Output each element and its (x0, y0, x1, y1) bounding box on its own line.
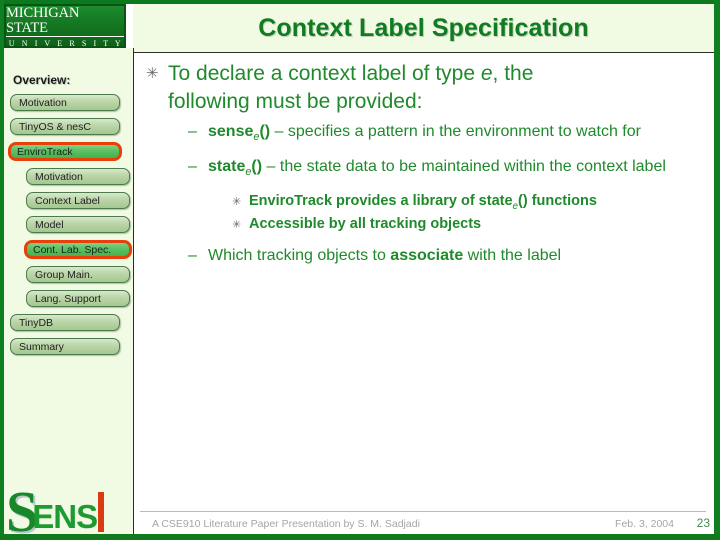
sidebar-item-tinyos-nesc[interactable]: TinyOS & nesC (10, 118, 120, 135)
sense-parens: () (259, 123, 271, 141)
dash-bullet-icon: – (188, 246, 197, 264)
lead-text-pre: To declare a context label of type (168, 62, 481, 85)
asterisk-bullet-icon: ✳ (232, 195, 242, 208)
footer-divider (140, 511, 706, 512)
sidebar-heading: Overview: (13, 73, 71, 87)
bullet-level2-state: – statee() – the state data to be mainta… (140, 156, 706, 180)
asterisk-bullet-icon: ✳ (232, 218, 242, 231)
state-description: – the state data to be maintained within… (266, 158, 666, 176)
associate-text-pre: Which tracking objects to (208, 246, 391, 264)
sens-logo-bar (98, 492, 105, 532)
state-keyword: state (208, 158, 246, 176)
sidebar-item-model[interactable]: Model (26, 216, 130, 233)
associate-text-post: with the label (463, 246, 562, 264)
sidebar-item-label: Cont. Lab. Spec. (33, 243, 112, 256)
msu-logo-line2: U N I V E R S I T Y (8, 39, 124, 48)
sidebar-item-group-main[interactable]: Group Main. (26, 266, 130, 283)
library-text: EnviroTrack provides a library of statee… (249, 191, 597, 214)
slide-title-bar: Context Label Specification (133, 4, 714, 53)
library-text-post: () functions (518, 192, 597, 209)
asterisk-bullet-icon: ✳ (146, 65, 159, 82)
type-variable: e (480, 62, 493, 85)
slide-bottom-border (0, 534, 720, 540)
sidebar-item-label: Summary (19, 340, 64, 353)
sidebar-item-label: Model (35, 218, 64, 231)
sidebar-item-label: Motivation (19, 96, 67, 109)
bullet-level2-associate: – Which tracking objects to associate wi… (140, 245, 706, 267)
slide-body: ✳ To declare a context label of type e, … (140, 60, 706, 268)
footer-credit: A CSE910 Literature Paper Presentation b… (152, 518, 420, 530)
sidebar-item-lang-support[interactable]: Lang. Support (26, 290, 130, 307)
bullet-level3-accessible: ✳ Accessible by all tracking objects (140, 214, 706, 236)
sidebar-item-label: Lang. Support (35, 292, 101, 305)
slide-right-border (714, 0, 720, 540)
dash-bullet-icon: – (188, 158, 197, 176)
sidebar: Overview: Motivation TinyOS & nesC EnviroT… (4, 48, 134, 534)
sidebar-item-envirotrack[interactable]: EnviroTrack (8, 142, 122, 161)
sidebar-item-label: TinyOS & nesC (19, 120, 91, 133)
sidebar-item-label: Context Label (35, 194, 100, 207)
bullet-level2-sense: – sensee() – specifies a pattern in the … (140, 121, 706, 145)
msu-logo: MICHIGAN STATE U N I V E R S I T Y (4, 4, 126, 48)
accessible-label: Accessible by all tracking objects (249, 215, 482, 232)
state-function-text: statee() – the state data to be maintain… (208, 156, 666, 180)
sidebar-item-cont-lab-spec[interactable]: Cont. Lab. Spec. (24, 240, 132, 259)
associate-keyword: associate (390, 246, 464, 264)
sidebar-item-label: Group Main. (35, 268, 93, 281)
sense-description: – specifies a pattern in the environment… (274, 123, 641, 141)
sidebar-item-label: Motivation (35, 170, 83, 183)
accessible-text: Accessible by all tracking objects (249, 214, 481, 235)
dash-bullet-icon: – (188, 123, 197, 141)
sense-keyword: sense (208, 123, 254, 141)
sense-function-text: sensee() – specifies a pattern in the en… (208, 121, 641, 145)
sidebar-item-label: EnviroTrack (17, 145, 73, 158)
sidebar-item-motivation[interactable]: Motivation (26, 168, 130, 185)
library-text-pre: EnviroTrack provides a library of state (249, 192, 513, 209)
sidebar-item-motivation[interactable]: Motivation (10, 94, 120, 111)
associate-text: Which tracking objects to associate with… (208, 245, 561, 266)
bullet-level1: ✳ To declare a context label of type e, … (140, 60, 706, 115)
bullet-level3-library: ✳ EnviroTrack provides a library of stat… (140, 191, 706, 214)
sens-logo: S ENS (6, 482, 131, 540)
bullet-level1-text: To declare a context label of type e, th… (168, 60, 618, 115)
sens-logo-rest: ENS (32, 497, 98, 535)
presentation-slide: MICHIGAN STATE U N I V E R S I T Y Conte… (0, 0, 720, 540)
sidebar-item-label: TinyDB (19, 316, 54, 329)
footer-date: Feb. 3, 2004 (615, 518, 674, 530)
state-parens: () (251, 158, 263, 176)
sidebar-item-context-label[interactable]: Context Label (26, 192, 130, 209)
page-title: Context Label Specification (258, 13, 589, 42)
msu-logo-line1: MICHIGAN STATE (6, 6, 124, 37)
sidebar-item-tinydb[interactable]: TinyDB (10, 314, 120, 331)
slide-number: 23 (696, 516, 710, 530)
sidebar-nav-list: Motivation TinyOS & nesC EnviroTrack Motiva… (4, 94, 134, 362)
sidebar-item-summary[interactable]: Summary (10, 338, 120, 355)
